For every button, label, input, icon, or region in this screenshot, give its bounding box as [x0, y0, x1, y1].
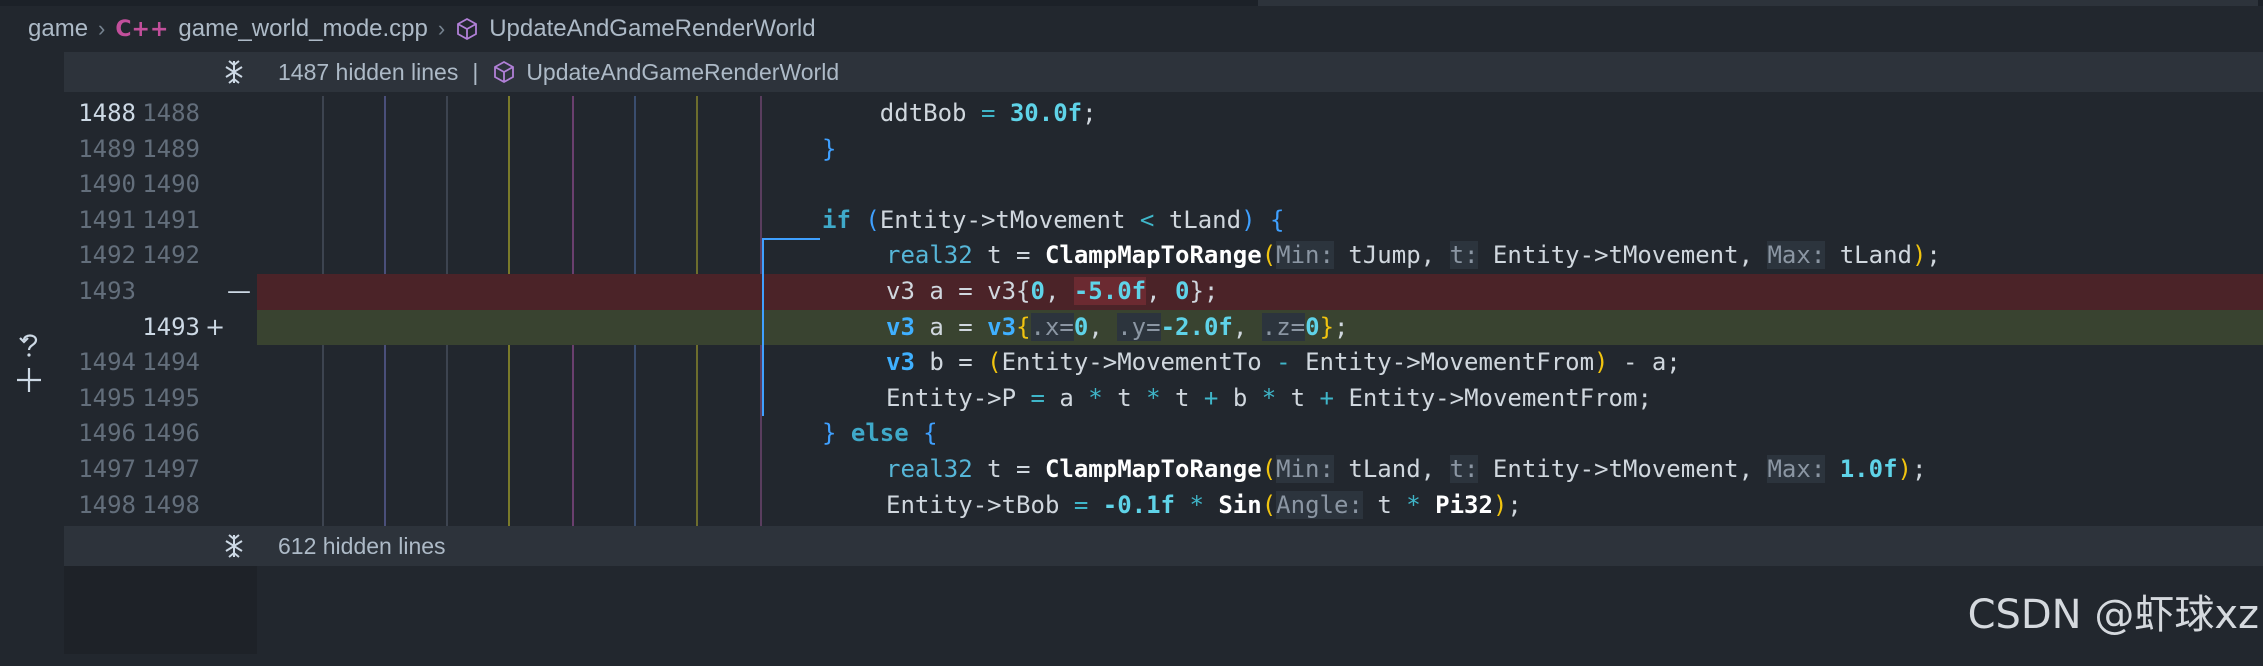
- new-line-number: 1494: [142, 348, 200, 377]
- code-text: real32 t = ClampMapToRange(Min: tLand, t…: [886, 455, 1927, 483]
- breadcrumb: game › C++ game_world_mode.cpp › UpdateA…: [0, 6, 2263, 52]
- chevron-right-icon: ›: [437, 16, 446, 41]
- active-scope-guide: [762, 238, 764, 416]
- code-line[interactable]: 1491 1491 if (Entity->tMovement < tLand)…: [64, 203, 2263, 239]
- new-line-number: 1489: [142, 134, 200, 163]
- old-line-number: 1495: [78, 383, 136, 412]
- new-line-number: 1490: [142, 170, 200, 199]
- unfold-icon[interactable]: [204, 59, 264, 85]
- code-text: real32 t = ClampMapToRange(Min: tJump, t…: [886, 241, 1941, 270]
- symbol-method-icon: [455, 17, 479, 41]
- code-text: Entity->P = a * t * t + b * t + Entity->…: [886, 383, 1652, 412]
- code-line[interactable]: 1496 1496 } else {: [64, 416, 2263, 452]
- new-line-number: 1498: [142, 490, 200, 519]
- removed-marker: —: [227, 277, 251, 305]
- hidden-lines-label: 612 hidden lines: [278, 532, 446, 559]
- cpp-file-icon: C++: [115, 16, 169, 42]
- code-text: v3 a = v3{0, -5.0f, 0};: [886, 277, 1219, 305]
- old-line-number: 1498: [78, 490, 136, 519]
- old-line-number: 1494: [78, 348, 136, 377]
- code-line[interactable]: 1494 1494 v3 b = (Entity->MovementTo - E…: [64, 345, 2263, 381]
- breadcrumb-symbol[interactable]: UpdateAndGameRenderWorld: [489, 15, 815, 43]
- code-text: Entity->tBob = -0.1f * Sin(Angle: t * Pi…: [886, 490, 1522, 519]
- fold-separator: |: [472, 58, 479, 85]
- code-line[interactable]: 1497 1497 real32 t = ClampMapToRange(Min…: [64, 452, 2263, 488]
- old-line-number: 1490: [78, 170, 136, 199]
- old-line-number: 1489: [78, 134, 136, 163]
- diff-gutter: [0, 52, 64, 654]
- gutter-shade: [64, 566, 257, 654]
- fold-symbol-label: UpdateAndGameRenderWorld: [526, 58, 840, 85]
- breadcrumb-root[interactable]: game: [28, 15, 88, 43]
- chevron-right-icon: ›: [98, 16, 106, 41]
- breadcrumb-file[interactable]: game_world_mode.cpp: [178, 15, 427, 43]
- old-line-number: 1491: [78, 205, 136, 234]
- code-line[interactable]: 1498 1498 Entity->tBob = -0.1f * Sin(Ang…: [64, 488, 2263, 524]
- old-line-number: 1497: [78, 455, 136, 483]
- code-line[interactable]: 1489 1489 }: [64, 132, 2263, 168]
- stage-hunk-icon[interactable]: [14, 365, 44, 395]
- old-line-number: 1496: [78, 419, 136, 448]
- code-line[interactable]: 1495 1495 Entity->P = a * t * t + b * t …: [64, 381, 2263, 417]
- old-line-number: 1493: [78, 277, 136, 305]
- new-line-number: 1495: [142, 383, 200, 412]
- code-text: if (Entity->tMovement < tLand) {: [822, 205, 1285, 234]
- symbol-method-icon: [492, 60, 516, 84]
- new-line-number: 1493: [142, 312, 200, 341]
- code-line-added[interactable]: 1493 + v3 a = v3{.x=0, .y=-2.0f, .z=0};: [64, 309, 2263, 346]
- code-text: }: [822, 134, 837, 163]
- fold-region-top[interactable]: 1487 hidden lines | UpdateAndGameRenderW…: [64, 52, 2263, 92]
- fold-region-bottom[interactable]: 612 hidden lines: [64, 526, 2263, 566]
- unfold-icon[interactable]: [204, 533, 264, 559]
- code-line[interactable]: 1488 1488 ddtBob = 30.0f;: [64, 96, 2263, 132]
- code-line[interactable]: 1492 1492 real32 t = ClampMapToRange(Min…: [64, 238, 2263, 274]
- watermark: CSDN @虾球xz: [1967, 592, 2259, 638]
- active-scope-guide-top: [762, 238, 820, 240]
- new-line-number: 1491: [142, 205, 200, 234]
- new-line-number: 1492: [142, 241, 200, 270]
- old-line-number: 1488: [78, 99, 136, 127]
- code-text: v3 b = (Entity->MovementTo - Entity->Mov…: [886, 348, 1681, 377]
- code-text: } else {: [822, 419, 938, 448]
- hidden-lines-label: 1487 hidden lines: [278, 58, 459, 85]
- code-text: ddtBob = 30.0f;: [879, 99, 1097, 127]
- new-line-number: 1497: [142, 455, 200, 483]
- diff-editor[interactable]: 1488 1488 ddtBob = 30.0f; 1489 1489 } 14…: [64, 96, 2263, 526]
- code-line[interactable]: 1490 1490: [64, 167, 2263, 203]
- revert-hunk-icon[interactable]: [16, 330, 44, 358]
- code-line-removed[interactable]: 1493 — v3 a = v3{0, -5.0f, 0};: [64, 274, 2263, 310]
- added-marker: +: [204, 312, 226, 341]
- new-line-number: 1488: [142, 99, 200, 127]
- code-text: v3 a = v3{.x=0, .y=-2.0f, .z=0};: [886, 312, 1349, 341]
- old-line-number: 1492: [78, 241, 136, 270]
- new-line-number: 1496: [142, 419, 200, 448]
